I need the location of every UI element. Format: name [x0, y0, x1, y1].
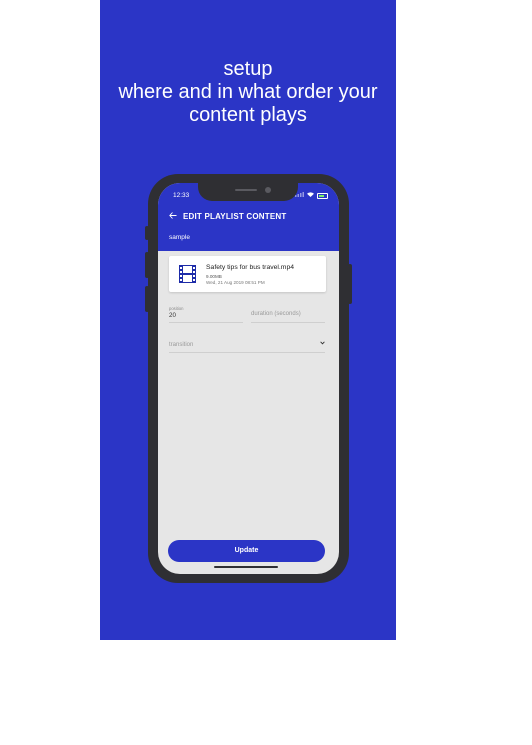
status-time: 12:33: [173, 192, 190, 199]
volume-down-button: [145, 286, 149, 312]
phone-notch: [198, 183, 298, 201]
mute-switch: [145, 226, 149, 240]
headline-line-2: where and in what order your: [118, 81, 378, 103]
status-icons: [295, 192, 328, 199]
position-value: 20: [169, 312, 176, 319]
headline-line-1: setup: [223, 58, 273, 80]
arrow-left-icon[interactable]: [169, 211, 183, 221]
phone-screen: 12:33 EDIT PLAYLIST CONTENT sample Safet…: [158, 183, 339, 574]
promo-headline: setup where and in what order your conte…: [100, 58, 396, 127]
volume-up-button: [145, 252, 149, 278]
update-button[interactable]: Update: [168, 540, 325, 562]
speaker-grille: [235, 189, 257, 191]
front-camera: [265, 187, 271, 193]
position-label: position: [169, 306, 184, 311]
home-indicator: [214, 566, 278, 568]
phone-frame: 12:33 EDIT PLAYLIST CONTENT sample Safet…: [145, 174, 352, 583]
chevron-down-icon: [320, 341, 325, 347]
battery-icon: [317, 192, 328, 199]
power-button: [348, 264, 352, 304]
wifi-icon: [307, 192, 314, 199]
file-name: Safety tips for bus travel.mp4: [206, 264, 295, 271]
title-row: EDIT PLAYLIST CONTENT: [169, 211, 286, 221]
duration-placeholder: duration (seconds): [251, 311, 301, 317]
app-header: 12:33 EDIT PLAYLIST CONTENT sample: [158, 183, 339, 251]
file-size: 9.00MB: [206, 274, 222, 279]
transition-placeholder: transition: [169, 342, 194, 348]
playlist-name: sample: [169, 234, 190, 241]
media-file-card[interactable]: Safety tips for bus travel.mp4 9.00MB We…: [169, 256, 326, 292]
duration-field[interactable]: duration (seconds): [251, 306, 325, 323]
headline-line-3: content plays: [189, 104, 307, 126]
promo-panel: setup where and in what order your conte…: [100, 0, 396, 640]
transition-select[interactable]: transition: [169, 337, 325, 353]
file-date: Wed, 21 Aug 2019 08:51 PM: [206, 280, 265, 285]
page-title: EDIT PLAYLIST CONTENT: [183, 211, 287, 221]
film-icon: [179, 265, 196, 283]
position-field[interactable]: position 20: [169, 306, 243, 323]
